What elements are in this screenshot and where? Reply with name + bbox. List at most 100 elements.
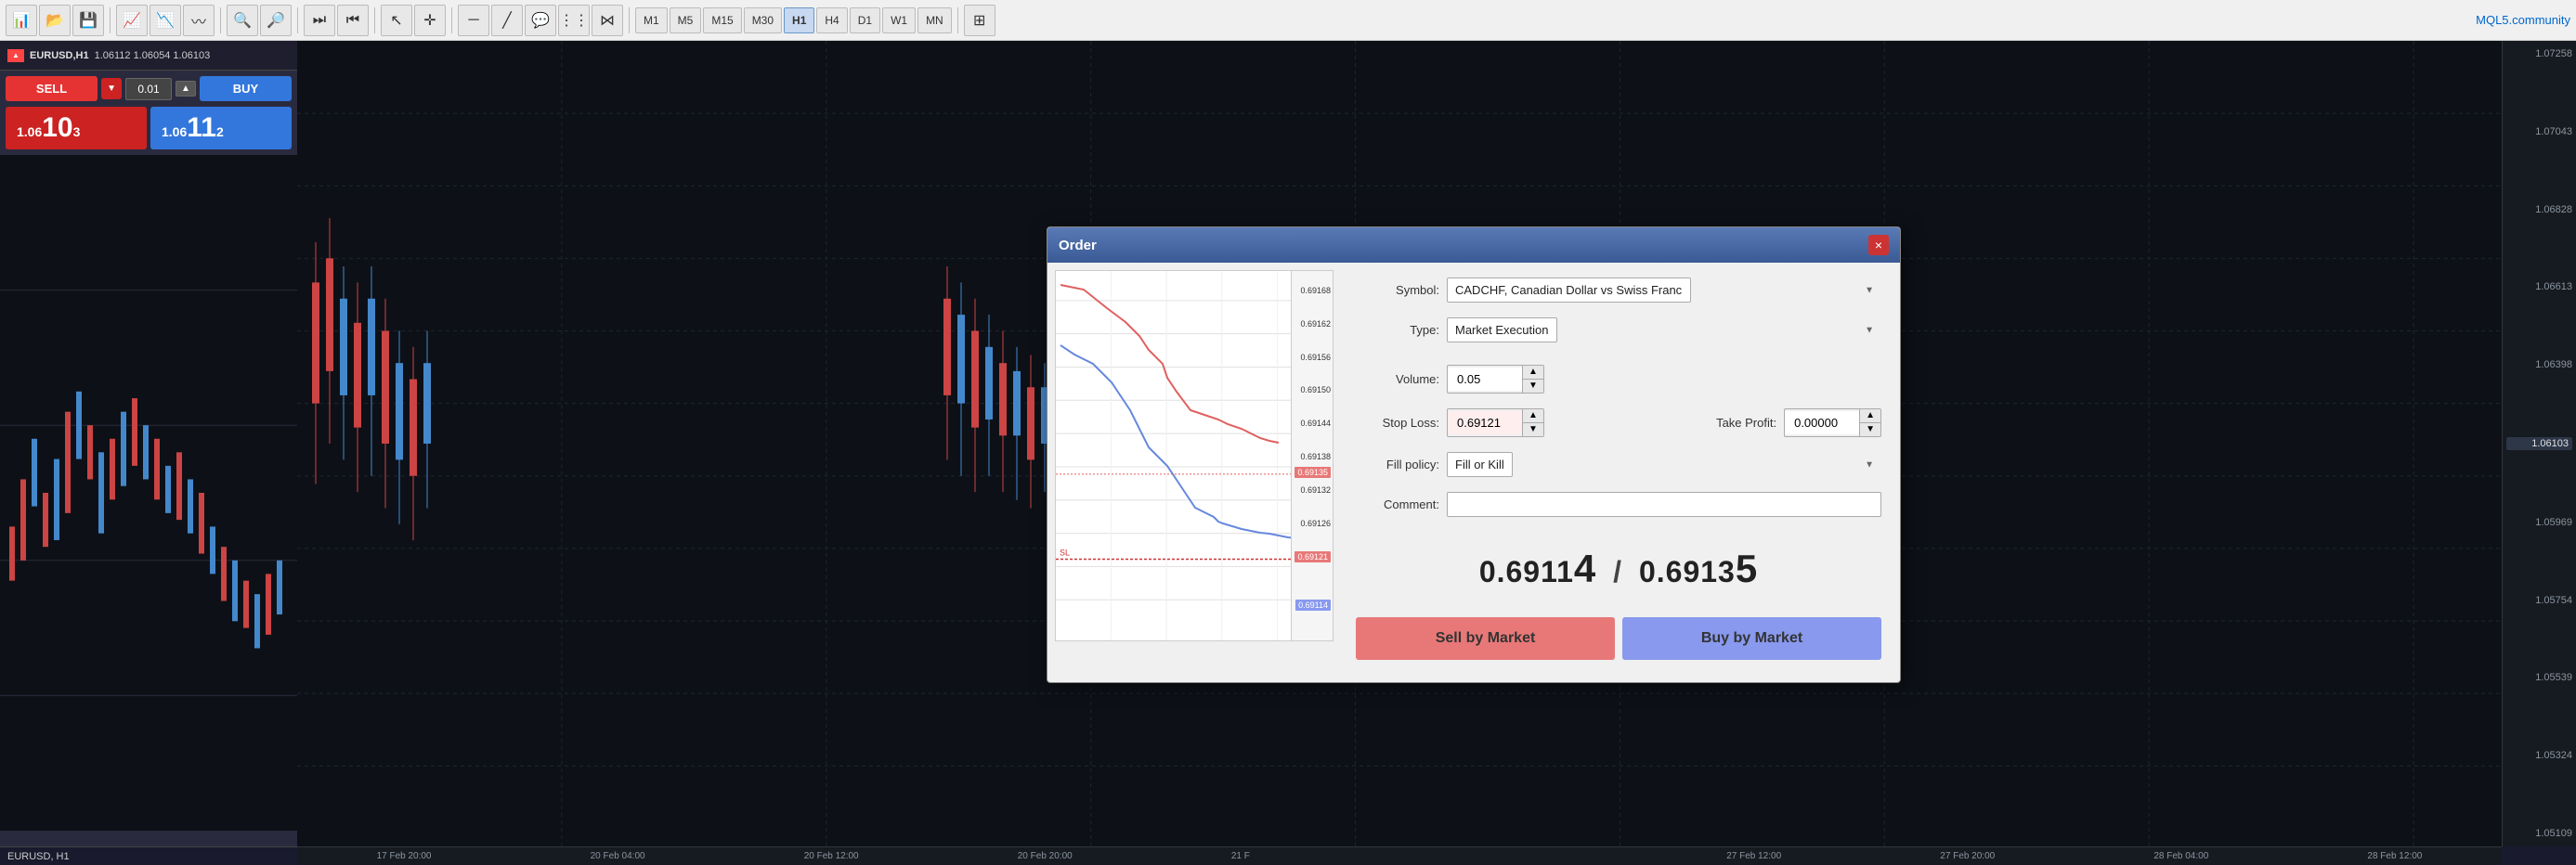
volume-label: Volume: — [1356, 372, 1439, 386]
volume-input[interactable] — [125, 78, 172, 100]
price-1.06828: 1.06828 — [2506, 204, 2572, 215]
dialog-form: Symbol: CADCHF, Canadian Dollar vs Swiss… — [1345, 270, 1893, 675]
left-chart-svg — [0, 155, 297, 831]
open-btn[interactable]: 📂 — [39, 5, 71, 36]
bid-ask-display-box: 0.69114 / 0.69135 — [1356, 532, 1881, 602]
crosshair-btn[interactable]: ✛ — [414, 5, 446, 36]
save-btn[interactable]: 💾 — [72, 5, 104, 36]
buy-price-box: 1.06 11 2 — [150, 107, 292, 149]
stop-loss-field[interactable] — [1448, 411, 1522, 434]
stop-loss-label: Stop Loss: — [1356, 416, 1439, 430]
instrument-icon: ▲ — [7, 49, 24, 62]
sell-price-prefix: 1.06 — [17, 124, 42, 139]
svg-text:SL: SL — [1060, 548, 1070, 557]
buy-button[interactable]: BUY — [200, 76, 292, 101]
tf-h1[interactable]: H1 — [784, 7, 814, 33]
tp-down-spinner[interactable]: ▼ — [1860, 423, 1880, 436]
dialog-body: SL 0.69168 0.69162 0.69156 0.69150 0.691… — [1047, 263, 1900, 682]
price-separator: / — [1613, 555, 1632, 588]
new-chart-btn[interactable]: 📊 — [6, 5, 37, 36]
tf-mn[interactable]: MN — [917, 7, 952, 33]
mini-price-3: 0.69150 — [1300, 385, 1331, 394]
mql5-link[interactable]: MQL5.community — [2476, 13, 2570, 27]
sell-price-sup: 3 — [73, 124, 81, 139]
sell-price-main: 10 — [42, 114, 72, 142]
comment-field[interactable] — [1447, 492, 1881, 517]
comment-label: Comment: — [1356, 497, 1439, 511]
symbol-label: Symbol: — [1356, 283, 1439, 297]
take-profit-label: Take Profit: — [1693, 416, 1776, 430]
sl-up-spinner[interactable]: ▲ — [1523, 409, 1543, 423]
volume-up-spinner[interactable]: ▲ — [1523, 366, 1543, 380]
mini-price-high: 0.69168 — [1300, 286, 1331, 295]
scroll-right-btn[interactable]: ⏭ — [304, 5, 335, 36]
dialog-title: Order — [1059, 238, 1097, 253]
volume-spinners: ▲ ▼ — [1522, 366, 1543, 393]
sl-down-spinner[interactable]: ▼ — [1523, 423, 1543, 436]
type-select[interactable]: Market Execution — [1447, 317, 1557, 342]
toolbar: 📊 📂 💾 📈 📉 〰 🔍 🔎 ⏭ ⏮ ↖ ✛ ─ ╱ 💬 ⋮⋮ ⋈ M1 M5… — [0, 0, 2576, 41]
bid-price: 0.69114 — [1479, 555, 1596, 588]
action-buttons: Sell by Market Buy by Market — [1356, 610, 1881, 667]
sell-price-box: 1.06 10 3 — [6, 107, 147, 149]
price-1.05969: 1.05969 — [2506, 517, 2572, 528]
time-label-11: 28 Feb 12:00 — [2367, 851, 2422, 861]
text-btn[interactable]: 💬 — [525, 5, 556, 36]
grid-btn[interactable]: ⋮⋮ — [558, 5, 590, 36]
chart-props-btn[interactable]: ⊞ — [964, 5, 995, 36]
sell-button[interactable]: SELL — [6, 76, 98, 101]
zoom-in-btn[interactable]: 🔍 — [227, 5, 258, 36]
buy-by-market-button[interactable]: Buy by Market — [1622, 617, 1881, 660]
zoom-out-btn[interactable]: 🔎 — [260, 5, 292, 36]
tf-m30[interactable]: M30 — [744, 7, 782, 33]
tf-m5[interactable]: M5 — [670, 7, 702, 33]
tf-h4[interactable]: H4 — [816, 7, 847, 33]
sep3 — [297, 7, 298, 33]
dialog-close-button[interactable]: × — [1868, 235, 1889, 255]
time-label-3: 20 Feb 12:00 — [804, 851, 859, 861]
order-dialog: Order × — [1047, 226, 1901, 683]
trade-controls: SELL ▼ ▲ BUY — [0, 71, 297, 107]
fill-policy-select[interactable]: Fill or Kill — [1447, 452, 1513, 477]
volume-down-spinner[interactable]: ▼ — [1523, 380, 1543, 393]
price-axis: 1.07258 1.07043 1.06828 1.06613 1.06398 … — [2502, 41, 2576, 846]
tp-up-spinner[interactable]: ▲ — [1860, 409, 1880, 423]
type-select-wrapper: Market Execution — [1447, 317, 1881, 342]
tline-btn[interactable]: ╱ — [491, 5, 523, 36]
type-label: Type: — [1356, 323, 1439, 337]
current-price-label: 1.06103 — [2506, 437, 2572, 450]
mini-price-4: 0.69144 — [1300, 419, 1331, 428]
instrument-prices: 1.06112 1.06054 1.06103 — [95, 50, 211, 61]
fibs-btn[interactable]: ⋈ — [592, 5, 623, 36]
sell-dropdown[interactable]: ▼ — [101, 78, 122, 99]
tf-w1[interactable]: W1 — [882, 7, 916, 33]
sell-by-market-button[interactable]: Sell by Market — [1356, 617, 1615, 660]
line-chart-btn[interactable]: 〰 — [183, 5, 215, 36]
take-profit-field[interactable] — [1785, 411, 1859, 434]
volume-up-btn[interactable]: ▲ — [176, 81, 196, 97]
fill-policy-row: Fill policy: Fill or Kill — [1356, 452, 1881, 477]
mini-price-6: 0.69132 — [1300, 485, 1331, 495]
hline-btn[interactable]: ─ — [458, 5, 489, 36]
sl-spinners: ▲ ▼ — [1522, 409, 1543, 436]
mini-price-1: 0.69162 — [1300, 319, 1331, 329]
scroll-left-btn[interactable]: ⏮ — [337, 5, 369, 36]
volume-field[interactable] — [1448, 368, 1522, 391]
chart-btn[interactable]: 📉 — [150, 5, 181, 36]
indicators-btn[interactable]: 📈 — [116, 5, 148, 36]
mini-price-5: 0.69138 — [1300, 452, 1331, 461]
time-label-1: 17 Feb 20:00 — [377, 851, 432, 861]
price-1.05539: 1.05539 — [2506, 672, 2572, 683]
fill-policy-label: Fill policy: — [1356, 458, 1439, 471]
price-1.05324: 1.05324 — [2506, 750, 2572, 761]
tf-d1[interactable]: D1 — [850, 7, 880, 33]
tf-m1[interactable]: M1 — [635, 7, 668, 33]
tf-m15[interactable]: M15 — [703, 7, 741, 33]
mini-price-7: 0.69126 — [1300, 519, 1331, 528]
sep4 — [374, 7, 375, 33]
dialog-titlebar: Order × — [1047, 227, 1900, 263]
mini-price-2: 0.69156 — [1300, 353, 1331, 362]
symbol-select[interactable]: CADCHF, Canadian Dollar vs Swiss Franc — [1447, 278, 1691, 303]
cursor-btn[interactable]: ↖ — [381, 5, 412, 36]
sep7 — [957, 7, 958, 33]
